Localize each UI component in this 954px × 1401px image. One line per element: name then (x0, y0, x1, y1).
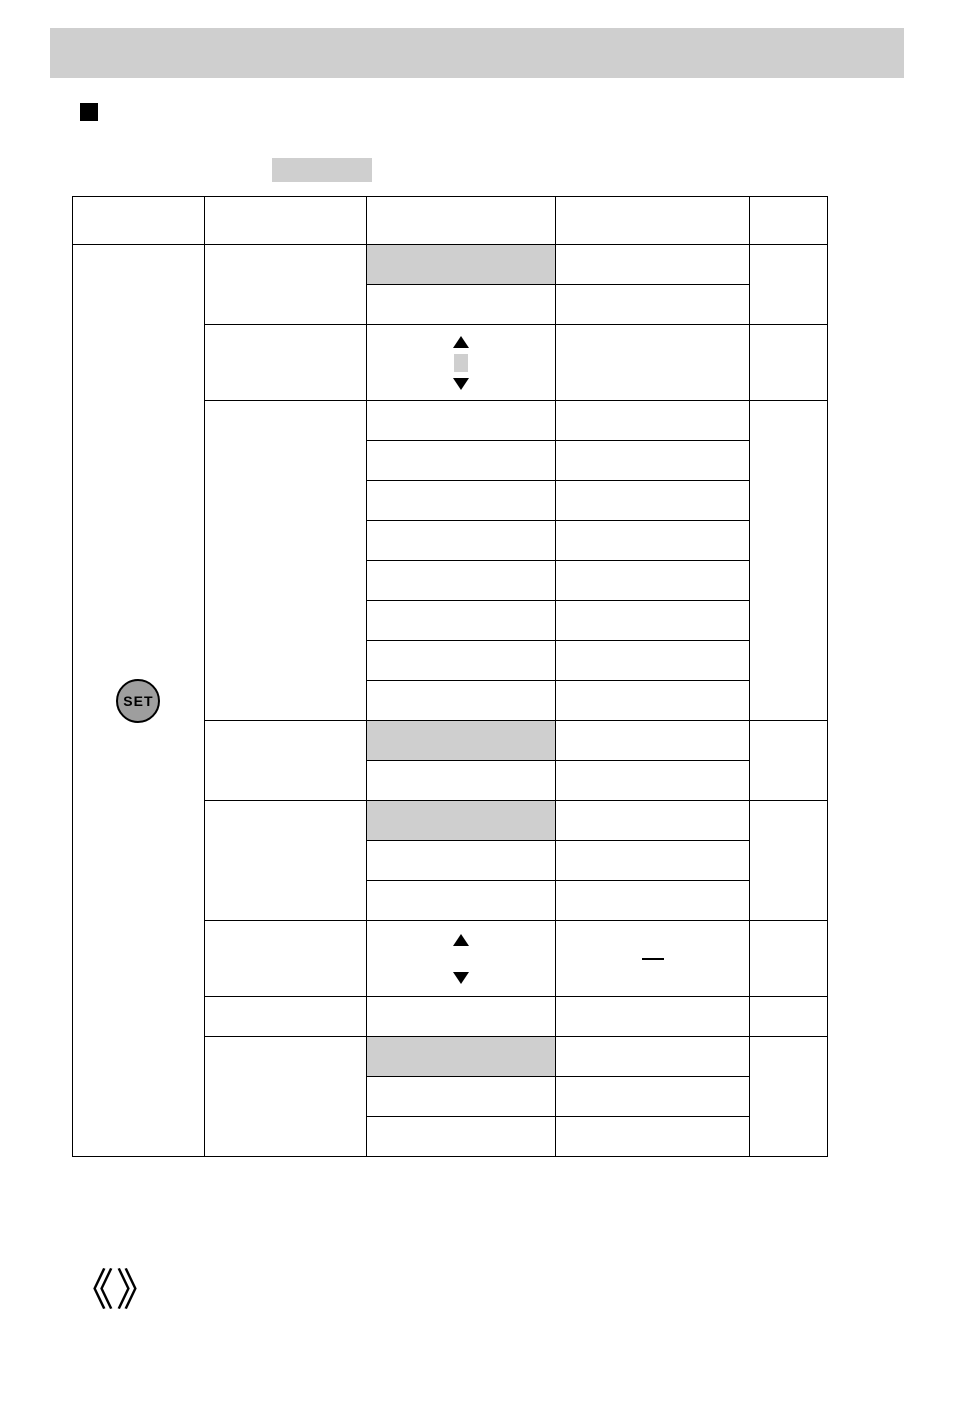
page-root: SET (0, 0, 954, 1401)
arrow-up-icon (453, 336, 469, 348)
cell-c-shaded (366, 721, 556, 761)
cell-d (556, 521, 750, 561)
cell-e (750, 997, 828, 1037)
cell-c (366, 481, 556, 521)
cell-c (366, 641, 556, 681)
cell-b (204, 401, 366, 721)
arrow-down-icon (453, 972, 469, 984)
cell-d (556, 441, 750, 481)
section-bullet-icon (80, 103, 98, 121)
cell-e (750, 721, 828, 801)
cell-b (204, 325, 366, 401)
cell-c-arrows (366, 921, 556, 997)
cell-d (556, 841, 750, 881)
cell-d (556, 401, 750, 441)
cell-d-dash (556, 921, 750, 997)
cell-c (366, 761, 556, 801)
cell-e (750, 245, 828, 325)
cell-e (750, 1037, 828, 1157)
cell-d (556, 481, 750, 521)
cell-d (556, 681, 750, 721)
cell-c (366, 285, 556, 325)
hdr-col-1 (73, 197, 205, 245)
cell-b (204, 801, 366, 921)
hdr-col-5 (750, 197, 828, 245)
cell-d (556, 801, 750, 841)
cell-d (556, 881, 750, 921)
cell-d (556, 1077, 750, 1117)
hdr-col-3 (366, 197, 556, 245)
cell-b (204, 245, 366, 325)
cell-d (556, 997, 750, 1037)
cell-e (750, 801, 828, 921)
dash-icon (642, 958, 664, 960)
cell-d (556, 601, 750, 641)
cell-d (556, 721, 750, 761)
cell-c (366, 401, 556, 441)
double-angle-right-icon: 》 (116, 1269, 160, 1313)
cell-b (204, 721, 366, 801)
table-header-row (73, 197, 828, 245)
cell-d (556, 1037, 750, 1077)
cell-c (366, 441, 556, 481)
cell-c-arrows (366, 325, 556, 401)
arrow-up-icon (453, 934, 469, 946)
value-placeholder-icon (454, 354, 468, 372)
header-band (50, 28, 904, 78)
table-row: SET (73, 245, 828, 285)
cell-d (556, 641, 750, 681)
cell-d (556, 285, 750, 325)
cell-c (366, 997, 556, 1037)
cell-e (750, 401, 828, 721)
hdr-col-4 (556, 197, 750, 245)
cell-d (556, 325, 750, 401)
cell-c-shaded (366, 245, 556, 285)
double-angle-left-icon: 《 (70, 1269, 114, 1313)
cell-c (366, 1077, 556, 1117)
hdr-col-2 (204, 197, 366, 245)
cell-c (366, 1117, 556, 1157)
cell-c-shaded (366, 1037, 556, 1077)
cell-c-shaded (366, 801, 556, 841)
cell-d (556, 761, 750, 801)
cell-e (750, 921, 828, 997)
settings-table: SET (72, 196, 828, 1157)
cell-b (204, 921, 366, 997)
col-a-merged: SET (73, 245, 205, 1157)
cell-b (204, 1037, 366, 1157)
cell-b (204, 997, 366, 1037)
cell-e (750, 325, 828, 401)
set-icon: SET (116, 679, 160, 723)
cell-d (556, 1117, 750, 1157)
cell-c (366, 841, 556, 881)
cell-c (366, 881, 556, 921)
cell-c (366, 601, 556, 641)
cell-d (556, 245, 750, 285)
highlight-chip (272, 158, 372, 182)
cell-c (366, 561, 556, 601)
cell-d (556, 561, 750, 601)
cell-c (366, 681, 556, 721)
arrow-down-icon (453, 378, 469, 390)
cell-c (366, 521, 556, 561)
